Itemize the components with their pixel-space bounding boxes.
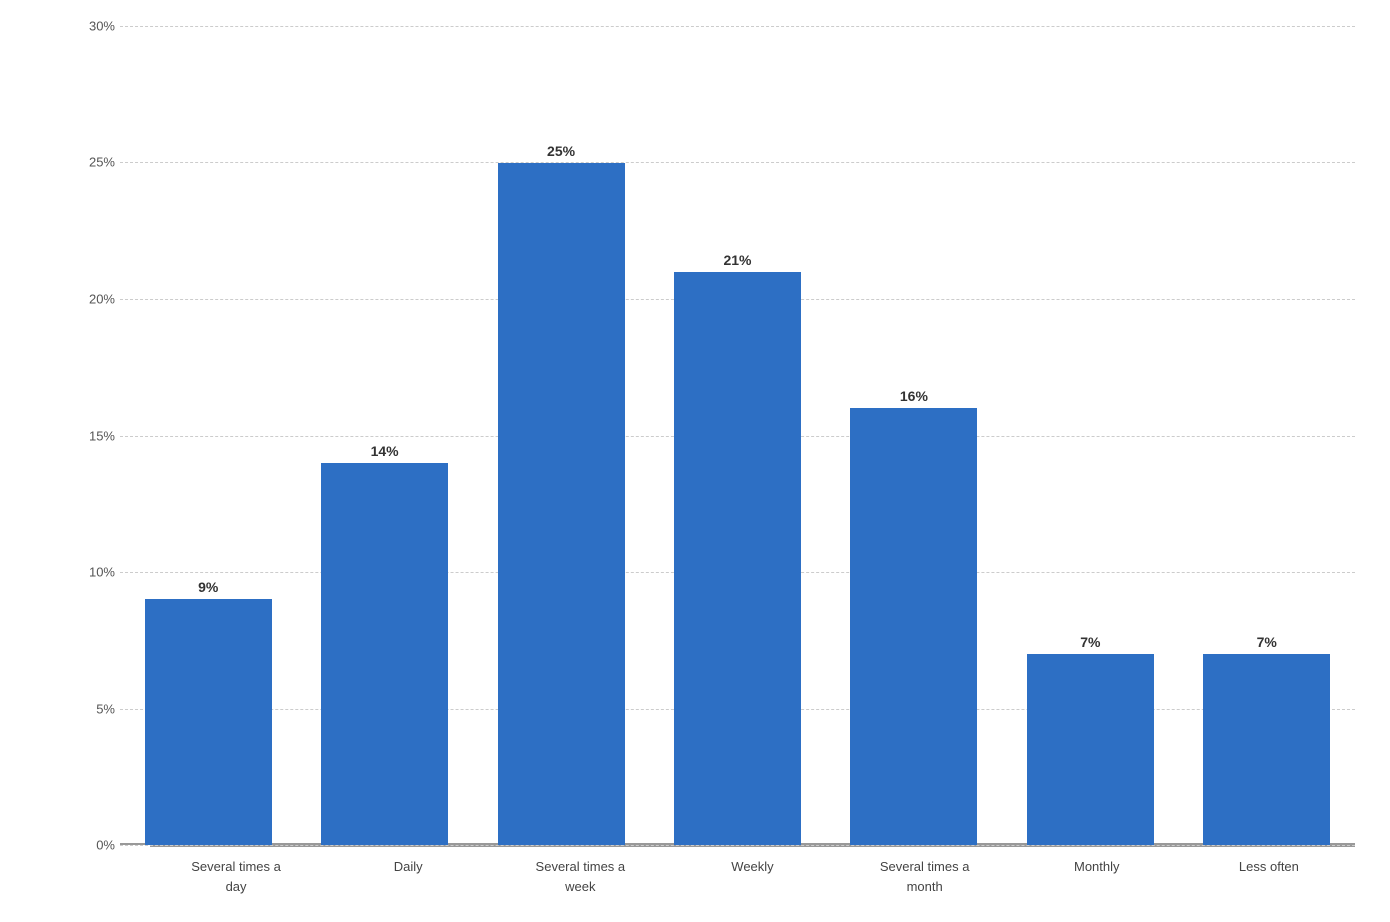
x-axis-label: Less often <box>1183 847 1355 896</box>
bar <box>1203 654 1330 845</box>
x-axis-label: Several times a day <box>150 847 322 896</box>
y-tick-label: 15% <box>65 428 115 443</box>
x-axis-label: Daily <box>322 847 494 896</box>
x-axis-label: Monthly <box>1011 847 1183 896</box>
bar <box>145 599 272 845</box>
bar-value-label: 21% <box>723 252 751 268</box>
bar <box>498 163 625 846</box>
chart-inner: 30%25%20%15%10%5%0%9%14%25%21%16%7%7% Se… <box>65 26 1355 896</box>
y-tick-label: 0% <box>65 838 115 853</box>
bar-group: 16% <box>826 26 1002 845</box>
bar-group: 9% <box>120 26 296 845</box>
y-tick-label: 25% <box>65 155 115 170</box>
bar-value-label: 14% <box>371 443 399 459</box>
bars-area: 9% 14% 25% 21% 16% 7% 7% <box>120 26 1355 845</box>
y-tick-label: 30% <box>65 19 115 34</box>
x-axis-label: Several times a month <box>839 847 1011 896</box>
bar <box>674 272 801 845</box>
y-tick-label: 20% <box>65 291 115 306</box>
bar-group: 7% <box>1179 26 1355 845</box>
x-axis-label: Weekly <box>666 847 838 896</box>
bar-value-label: 9% <box>198 579 218 595</box>
chart-area: 30%25%20%15%10%5%0%9%14%25%21%16%7%7% Se… <box>35 26 1355 896</box>
bar <box>850 408 977 845</box>
bar-group: 7% <box>1002 26 1178 845</box>
x-axis-label: Several times a week <box>494 847 666 896</box>
y-tick-label: 5% <box>65 701 115 716</box>
y-axis-label <box>35 26 65 896</box>
bar <box>321 463 448 845</box>
y-tick-label: 10% <box>65 564 115 579</box>
x-axis-area: Several times a dayDailySeveral times a … <box>150 845 1355 896</box>
bar-group: 25% <box>473 26 649 845</box>
bar-group: 14% <box>296 26 472 845</box>
bar <box>1027 654 1154 845</box>
bar-value-label: 16% <box>900 388 928 404</box>
chart-wrapper: 30%25%20%15%10%5%0%9%14%25%21%16%7%7% <box>65 26 1355 845</box>
chart-container: 30%25%20%15%10%5%0%9%14%25%21%16%7%7% Se… <box>35 26 1355 896</box>
bar-group: 21% <box>649 26 825 845</box>
bar-value-label: 7% <box>1257 634 1277 650</box>
bar-value-label: 25% <box>547 143 575 159</box>
bar-value-label: 7% <box>1080 634 1100 650</box>
